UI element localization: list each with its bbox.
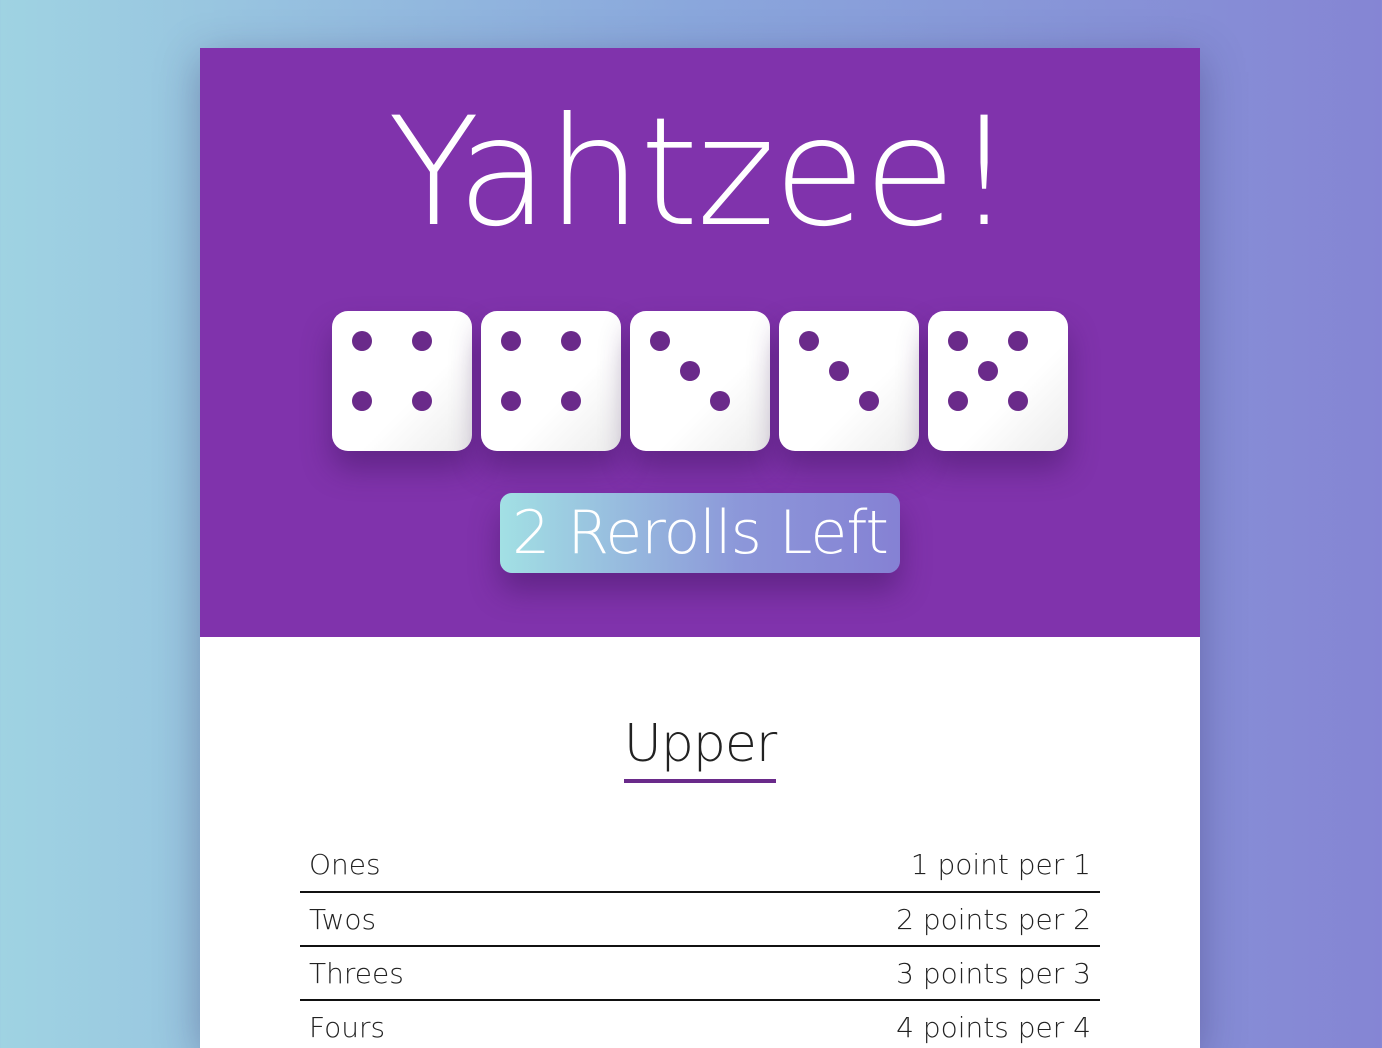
die-pip [352, 331, 372, 351]
rule-row[interactable]: Threes 3 points per 3 [300, 946, 1100, 1000]
die-pip [561, 331, 581, 351]
rule-row[interactable]: Fours 4 points per 4 [300, 1000, 1100, 1048]
game-header: Yahtzee! 2 Rerolls Left [200, 48, 1200, 637]
die-pip [1008, 391, 1028, 411]
page-title: Yahtzee! [387, 86, 1014, 260]
rule-name: Fours [309, 1010, 386, 1044]
die-pip [978, 361, 998, 381]
die-pip [829, 361, 849, 381]
die-pip [859, 391, 879, 411]
rule-name: Twos [309, 902, 377, 936]
die-pip [948, 331, 968, 351]
die-pip [412, 391, 432, 411]
die-3[interactable] [630, 311, 770, 451]
die-4[interactable] [779, 311, 919, 451]
die-pip [352, 391, 372, 411]
die-pip [680, 361, 700, 381]
rule-row[interactable]: Ones 1 point per 1 [300, 838, 1100, 892]
die-pip [501, 391, 521, 411]
die-pip [948, 391, 968, 411]
die-2[interactable] [481, 311, 621, 451]
reroll-button[interactable]: 2 Rerolls Left [500, 493, 900, 573]
die-1[interactable] [332, 311, 472, 451]
rule-description: 3 points per 3 [896, 956, 1091, 990]
die-pip [799, 331, 819, 351]
upper-rules-table: Ones 1 point per 1 Twos 2 points per 2 T… [300, 838, 1100, 1048]
die-pip [650, 331, 670, 351]
section-heading-upper: Upper [200, 713, 1200, 783]
die-pip [1008, 331, 1028, 351]
section-heading-label: Upper [623, 713, 777, 783]
dice-row [332, 311, 1072, 451]
rule-description: 1 point per 1 [910, 848, 1091, 881]
game-card: Yahtzee! 2 Rerolls Left Upper Ones 1 poi… [200, 48, 1200, 1048]
die-pip [561, 391, 581, 411]
rule-row[interactable]: Twos 2 points per 2 [300, 892, 1100, 946]
die-pip [710, 391, 730, 411]
die-pip [412, 331, 432, 351]
die-pip [501, 331, 521, 351]
die-5[interactable] [928, 311, 1068, 451]
rule-name: Ones [309, 848, 381, 881]
rule-name: Threes [309, 956, 404, 990]
rule-description: 4 points per 4 [896, 1010, 1091, 1044]
rule-description: 2 points per 2 [896, 902, 1091, 936]
